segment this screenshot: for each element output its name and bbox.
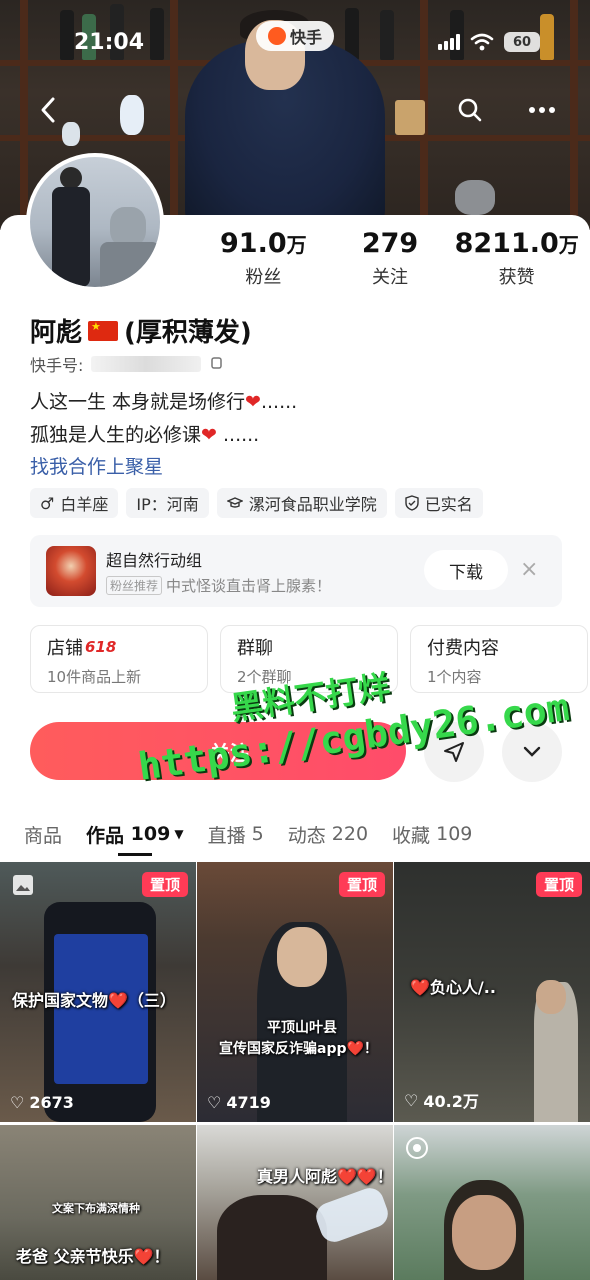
bio-line-1: 人这一生 本身就是场修行❤...... — [30, 391, 298, 413]
chevron-left-icon — [41, 97, 55, 123]
live-ring-icon — [406, 1137, 428, 1159]
wifi-icon — [470, 33, 494, 51]
tag-verified: 已实名 — [394, 488, 483, 518]
tab-works[interactable]: 作品 109 ▼ — [62, 812, 184, 856]
send-icon — [444, 742, 464, 762]
battery-indicator: 60 — [504, 32, 540, 52]
video-caption: 平顶山叶县 — [267, 1020, 337, 1036]
tag-zodiac: ♂ 白羊座 — [30, 488, 119, 518]
group-chat-box[interactable]: 群聊 2个群聊 — [220, 625, 398, 693]
caret-down-icon: ▼ — [174, 827, 184, 841]
video-thumbnail[interactable]: 文案下布满深情种 老爸 父亲节快乐❤️！ — [0, 1125, 196, 1280]
follow-button[interactable]: + 关注 — [30, 722, 406, 780]
tab-favorites[interactable]: 收藏 109 — [368, 812, 472, 856]
pinned-badge: 置顶 — [535, 872, 582, 897]
bio-line-2: 孤独是人生的必修课❤ ...... — [30, 424, 260, 446]
video-caption: 真男人阿彪❤️❤️！ — [257, 1167, 393, 1186]
share-button[interactable] — [424, 722, 484, 782]
tab-live[interactable]: 直播 5 — [184, 812, 264, 856]
profile-stats: 91.0万 粉丝 279 关注 8211.0万 获赞 — [200, 228, 580, 289]
tag-school[interactable]: 漯河食品职业学院 — [216, 488, 387, 518]
cellular-signal-icon — [438, 34, 460, 50]
shield-check-icon — [405, 495, 419, 511]
kuaishou-id[interactable]: 快手号: — [30, 352, 223, 376]
tab-moments[interactable]: 动态 220 — [264, 812, 368, 856]
profile-name: 阿彪 (厚积薄发) — [30, 312, 252, 349]
video-thumbnail[interactable]: 置顶 保护国家文物❤️（三） ♡ 2673 — [0, 862, 196, 1122]
tag-ip-location: IP：河南 — [126, 488, 209, 518]
image-icon — [13, 875, 33, 895]
stat-following[interactable]: 279 关注 — [327, 228, 454, 289]
video-thumbnail[interactable]: 置顶 ❤️负心人/.. ♡ 40.2万 — [394, 862, 590, 1122]
chevron-down-icon — [523, 746, 541, 757]
heart-outline-icon: ♡ — [10, 1093, 25, 1112]
paid-content-box[interactable]: 付费内容 1个内容 — [410, 625, 588, 693]
more-dots-icon — [529, 107, 555, 113]
fan-recommend-badge: 粉丝推荐 — [106, 576, 163, 595]
feature-boxes: 店铺 618 10件商品上新 群聊 2个群聊 付费内容 1个内容 — [30, 625, 588, 693]
more-button[interactable] — [520, 88, 564, 132]
avatar[interactable] — [26, 153, 164, 291]
profile-tags: ♂ 白羊座 IP：河南 漯河食品职业学院 已实名 — [30, 488, 483, 518]
heart-icon: ❤ — [245, 391, 261, 413]
stat-likes[interactable]: 8211.0万 获赞 — [453, 228, 580, 289]
heart-outline-icon: ♡ — [404, 1090, 419, 1110]
pinned-badge: 置顶 — [338, 872, 385, 897]
shop-box[interactable]: 店铺 618 10件商品上新 — [30, 625, 208, 693]
video-caption: 老爸 父亲节快乐❤️！ — [16, 1247, 170, 1266]
expand-button[interactable] — [502, 722, 562, 782]
status-time: 21:04 — [74, 30, 145, 55]
male-icon: ♂ — [40, 493, 55, 513]
tab-products[interactable]: 商品 — [0, 812, 62, 856]
close-icon[interactable]: × — [520, 557, 538, 582]
graduation-cap-icon — [226, 497, 243, 508]
video-caption-small: 文案下布满深情种 — [52, 1202, 140, 1215]
heart-icon: ❤ — [201, 424, 217, 446]
download-button[interactable]: 下载 — [424, 550, 508, 590]
search-button[interactable] — [448, 88, 492, 132]
video-thumbnail[interactable]: 真男人阿彪❤️❤️！ — [197, 1125, 393, 1280]
status-icons: 60 — [438, 32, 540, 52]
video-caption: 宣传国家反诈骗app❤️！ — [219, 1041, 378, 1057]
search-icon — [458, 98, 482, 122]
video-thumbnail[interactable]: 置顶 平顶山叶县 宣传国家反诈骗app❤️！ ♡ 4719 — [197, 862, 393, 1122]
stat-fans[interactable]: 91.0万 粉丝 — [200, 228, 327, 289]
pinned-badge: 置顶 — [141, 872, 188, 897]
back-button[interactable] — [26, 88, 70, 132]
video-caption: 保护国家文物❤️（三） — [12, 991, 176, 1010]
content-tabs: 商品 作品 109 ▼ 直播 5 动态 220 收藏 109 — [0, 812, 590, 856]
copy-icon — [211, 357, 223, 369]
app-badge: 快手 — [256, 21, 334, 51]
blurred-id-value — [91, 356, 202, 372]
heart-outline-icon: ♡ — [207, 1093, 222, 1112]
game-ad-banner[interactable]: 超自然行动组 粉丝推荐 中式怪谈直击肾上腺素！ 下载 × — [30, 535, 562, 607]
kuaishou-logo-icon — [267, 27, 286, 45]
china-flag-icon — [88, 320, 119, 341]
video-grid: 置顶 保护国家文物❤️（三） ♡ 2673 置顶 平顶山叶县 宣传国家反诈骗app… — [0, 862, 590, 1280]
game-thumbnail — [46, 546, 96, 596]
business-link[interactable]: 找我合作上聚星 — [30, 452, 163, 479]
video-thumbnail[interactable] — [394, 1125, 590, 1280]
video-caption: ❤️负心人/.. — [410, 978, 496, 997]
